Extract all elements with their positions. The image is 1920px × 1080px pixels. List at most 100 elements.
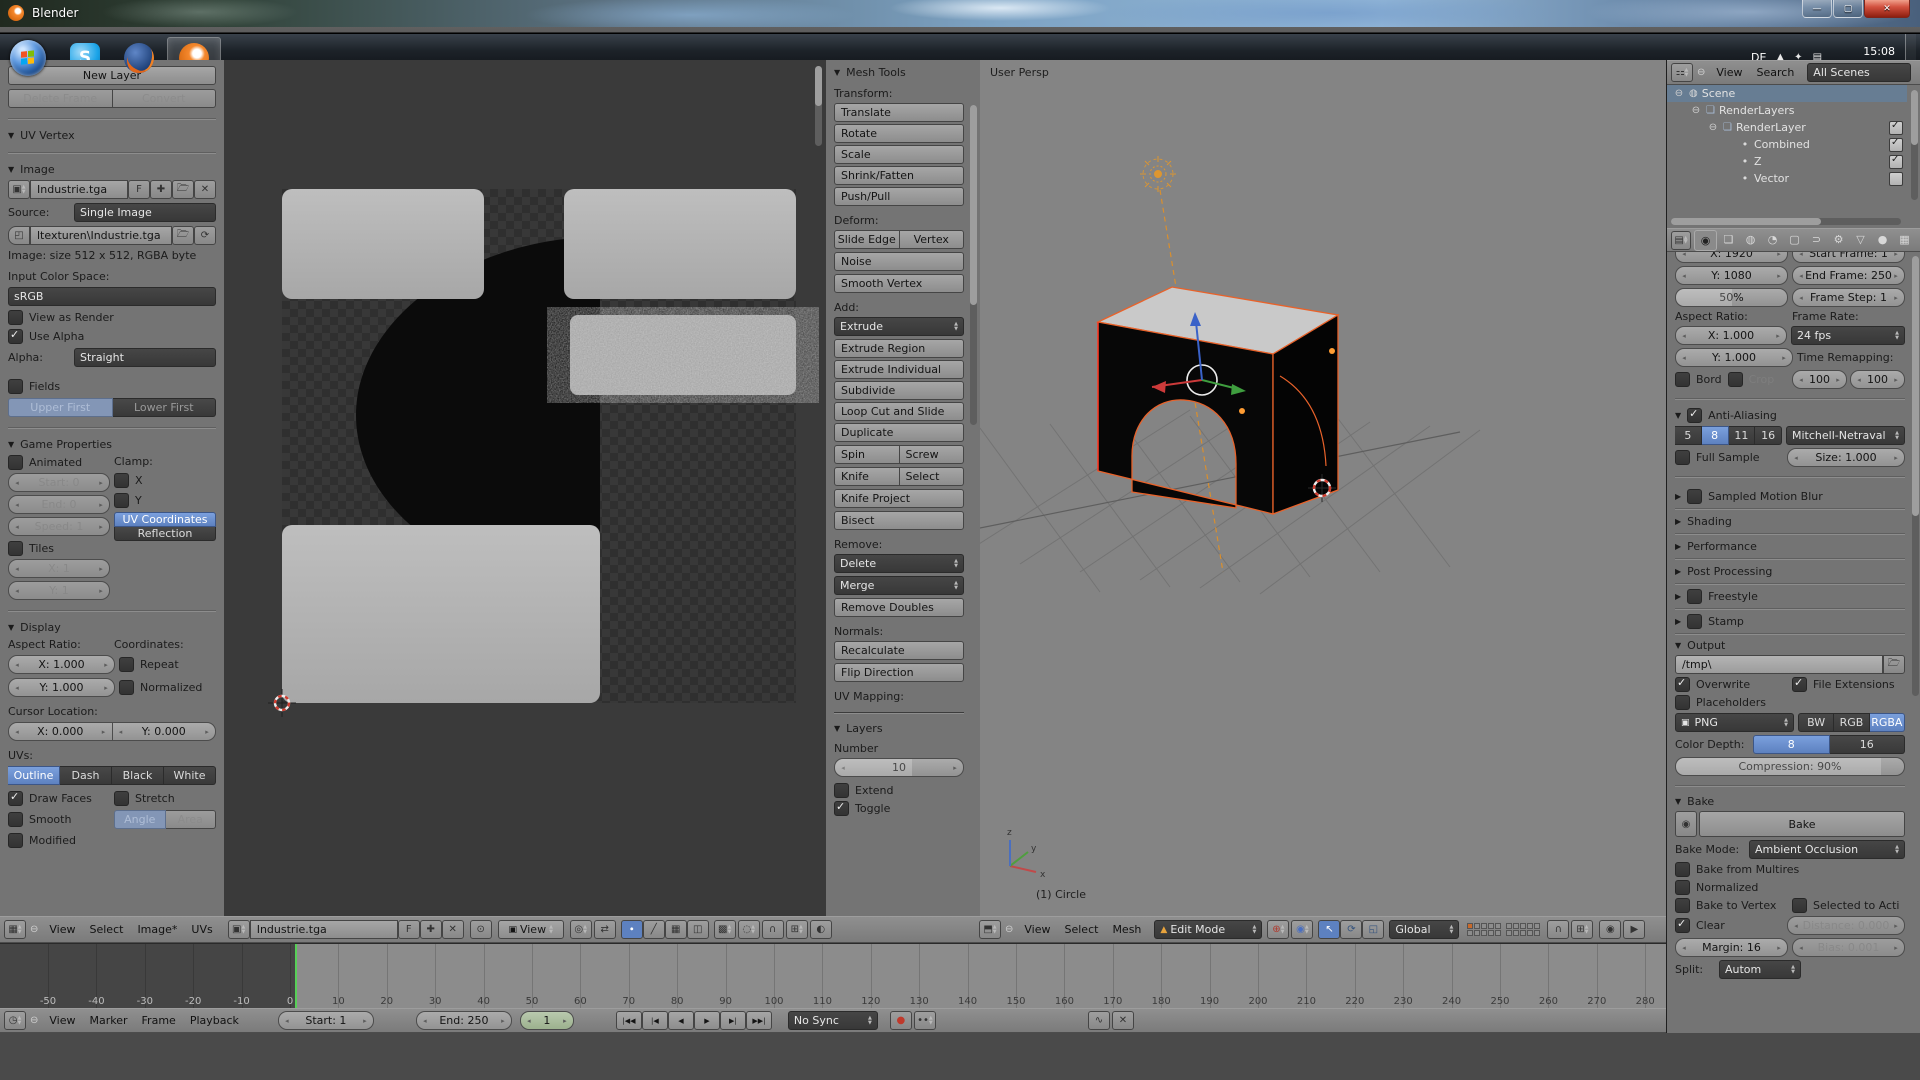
file-extensions-checkbox[interactable] [1792,677,1807,692]
bake-button[interactable]: Bake [1699,811,1905,837]
properties-tab-texture[interactable]: ▦ [1894,230,1915,249]
menu-item[interactable]: Playback [183,1014,246,1027]
properties-tab-material[interactable]: ● [1872,230,1893,249]
transport-button[interactable]: |◀◀ [616,1011,642,1030]
snap-magnet-icon[interactable]: ∩ [762,920,784,939]
bake-mode-dropdown[interactable]: Ambient Occlusion▲▼ [1749,840,1905,859]
transport-button[interactable]: ▶▶| [746,1011,772,1030]
bw-button[interactable]: BW [1798,713,1834,732]
render-pass-checkbox[interactable] [1889,172,1903,186]
mode-dropdown[interactable]: ▲Edit Mode▲▼ [1154,920,1262,939]
unlink-image-button[interactable]: ✕ [194,180,216,199]
delete-dropdown[interactable]: Delete▲▼ [834,554,964,573]
render-pass-checkbox[interactable] [1889,121,1903,135]
manipulator-translate-icon[interactable]: ↖ [1318,920,1340,939]
clamp-y-checkbox[interactable] [114,493,129,508]
frame-step-stepper[interactable]: ◂Frame Step: 1▸ [1792,288,1905,307]
keying-set-dropdown[interactable]: ••▲▼ [914,1011,936,1030]
timeline-playhead[interactable] [295,944,297,1009]
fields-checkbox[interactable] [8,379,23,394]
stretch-area-button[interactable]: Area [166,810,217,829]
source-dropdown[interactable]: Single Image [74,203,216,222]
panel-checkbox[interactable] [1687,614,1702,629]
edge-select-mode-icon[interactable]: ╱ [643,920,665,939]
panel-checkbox[interactable] [1687,589,1702,604]
browse-output-icon[interactable]: 🗁 [1883,655,1905,674]
bake-to-vertex-checkbox[interactable] [1675,898,1690,913]
game-properties-panel-header[interactable]: ▼Game Properties [8,438,216,451]
aa-sample-button[interactable]: 16 [1755,426,1782,445]
snap-magnet-icon[interactable]: ∩ [1547,920,1569,939]
pixel-aspect-x-stepper[interactable]: ◂X: 1.000▸ [1675,326,1787,345]
pin-icon[interactable]: ⊙ [470,920,492,939]
display-filter-dropdown[interactable]: All Scenes [1807,63,1911,82]
image-editor-icon[interactable]: ▦▲▼ [4,920,26,939]
repeat-checkbox[interactable] [119,657,134,672]
outliner-editor-icon[interactable]: ⚏▲▼ [1671,63,1693,82]
window-titlebar[interactable]: Blender — ▢ ✕ [0,0,1920,27]
expand-icon[interactable]: ⊖ [1707,122,1719,133]
timeline-editor-icon[interactable]: ◷▲▼ [4,1011,26,1030]
slide-vertex-button[interactable]: Vertex [900,230,965,249]
collapse-menus-icon[interactable]: ⊖ [1695,67,1707,78]
proportional-edit-dropdown[interactable]: ◌▲▼ [738,920,760,939]
smooth-vertex-button[interactable]: Smooth Vertex [834,274,964,293]
view3d-editor-icon[interactable]: ⬒▲▼ [979,920,1001,939]
outliner-row-scene[interactable]: ⊖◍Scene [1667,85,1907,102]
toggle-checkbox[interactable] [834,801,849,816]
anti-aliasing-panel-header[interactable]: Anti-Aliasing [1708,409,1777,422]
timeline-ruler[interactable]: -50-40-30-20-100102030405060708090100110… [0,943,1666,1009]
properties-editor-icon[interactable]: ▤▲▼ [1671,231,1691,250]
menu-item[interactable]: Search [1750,66,1802,79]
outliner-vscrollbar[interactable] [1911,90,1918,145]
spin-button[interactable]: Spin [834,445,900,464]
depth-8-button[interactable]: 8 [1753,735,1830,754]
timeline-start-stepper[interactable]: ◂Start: 1▸ [278,1011,374,1030]
expand-icon[interactable]: ⊖ [1690,105,1702,116]
image-datablock-icon[interactable]: ▣▲▼ [8,180,30,199]
properties-scrollbar[interactable] [1912,256,1919,516]
remove-doubles-button[interactable]: Remove Doubles [834,598,964,617]
tool-shelf-scrollbar[interactable] [970,105,977,425]
extend-checkbox[interactable] [834,783,849,798]
properties-tab-object[interactable]: ▢ [1784,230,1805,249]
bisect-button[interactable]: Bisect [834,511,964,530]
cursor-x-stepper[interactable]: ◂X: 0.000▸ [8,722,113,741]
resolution-x-stepper[interactable]: ◂X: 1920▸ [1675,252,1788,263]
placeholders-checkbox[interactable] [1675,695,1690,710]
smooth-checkbox[interactable] [8,812,23,827]
new-image-button[interactable]: ✚ [150,180,172,199]
render-pass-checkbox[interactable] [1889,155,1903,169]
transport-button[interactable]: |◀ [642,1011,668,1030]
rgba-button[interactable]: RGBA [1870,713,1905,732]
menu-item[interactable]: Frame [135,1014,183,1027]
transform-orientation-dropdown[interactable]: Global▲▼ [1389,920,1459,939]
outliner-row-vector[interactable]: •Vector [1667,170,1907,187]
properties-tab-constraints[interactable]: ⊃ [1806,230,1827,249]
tool-button[interactable]: Scale [834,145,964,164]
image-datablock-icon[interactable]: ▣▲▼ [228,920,250,939]
display-aspect-y-stepper[interactable]: ◂Y: 1.000▸ [8,678,115,697]
use-alpha-checkbox[interactable] [8,329,23,344]
anim-end-stepper[interactable]: ◂End: 0▸ [8,495,110,514]
menu-item[interactable]: UVs [184,923,219,936]
properties-tab-render[interactable]: ◉ [1694,230,1717,251]
time-remap-new-stepper[interactable]: ◂100▸ [1850,370,1905,389]
properties-tab-world[interactable]: ◔ [1762,230,1783,249]
collapse-triangle-icon[interactable]: ▼ [1675,797,1681,806]
bake-normalized-checkbox[interactable] [1675,880,1690,895]
menu-item[interactable]: View [42,1014,82,1027]
start-button[interactable] [10,40,46,76]
uv-draw-mode-button[interactable]: Dash [60,766,112,785]
properties-tab-modifiers[interactable]: ⚙ [1828,230,1849,249]
draw-faces-checkbox[interactable] [8,791,23,806]
start-frame-stepper[interactable]: ◂Start Frame: 1▸ [1792,252,1905,263]
modified-checkbox[interactable] [8,833,23,848]
collapsed-panel-header[interactable]: ▶ Post Processing [1675,561,1905,581]
time-remap-old-stepper[interactable]: ◂100▸ [1792,370,1847,389]
aa-size-stepper[interactable]: ◂Size: 1.000▸ [1787,448,1905,467]
manipulator-scale-icon[interactable]: ◱ [1362,920,1384,939]
bake-clear-checkbox[interactable] [1675,918,1690,933]
tool-button[interactable]: Push/Pull [834,187,964,206]
pivot-point-dropdown[interactable]: ◉▲▼ [1291,920,1313,939]
